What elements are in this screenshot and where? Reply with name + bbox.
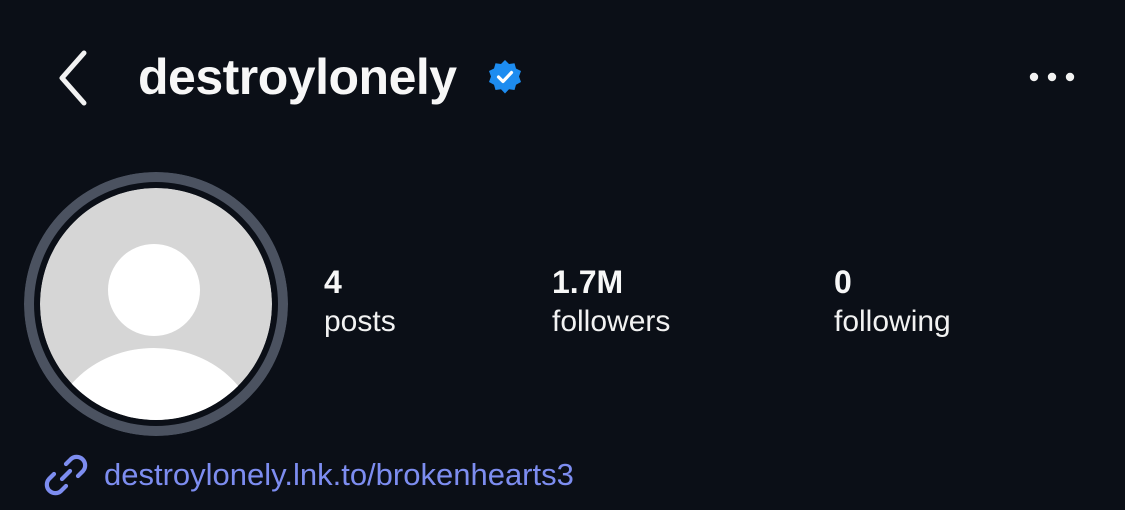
bio-link[interactable]: destroylonely.lnk.to/brokenhearts3: [40, 450, 574, 500]
chevron-left-icon: [59, 50, 87, 106]
following-stat[interactable]: 0 following: [834, 262, 951, 342]
following-label: following: [834, 305, 951, 338]
profile-avatar[interactable]: [24, 172, 288, 436]
bio-link-text: destroylonely.lnk.to/brokenhearts3: [104, 457, 574, 492]
posts-stat[interactable]: 4 posts: [324, 262, 396, 342]
followers-count: 1.7M: [552, 264, 624, 300]
profile-header: destroylonely: [0, 0, 1125, 150]
more-horizontal-icon: [1029, 72, 1075, 82]
link-icon: [40, 449, 92, 501]
verified-badge-icon: [487, 59, 523, 95]
default-avatar-icon: [24, 172, 288, 436]
posts-count: 4: [324, 264, 342, 300]
profile-username: destroylonely: [138, 49, 457, 105]
back-button[interactable]: [48, 45, 98, 111]
followers-stat[interactable]: 1.7M followers: [552, 262, 670, 342]
following-count: 0: [834, 264, 852, 300]
more-options-button[interactable]: [1026, 62, 1078, 92]
posts-label: posts: [324, 305, 396, 338]
followers-label: followers: [552, 305, 671, 338]
